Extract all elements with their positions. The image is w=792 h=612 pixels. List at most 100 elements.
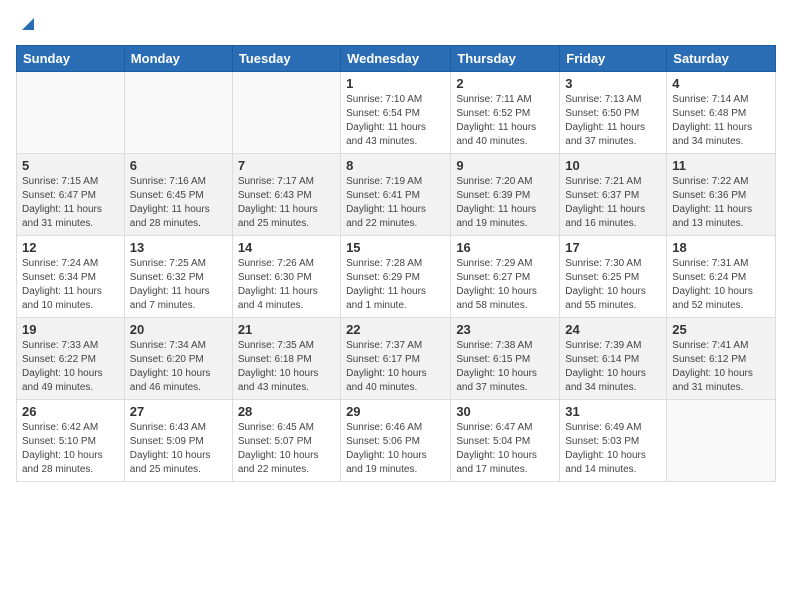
day-info: Sunrise: 7:13 AM Sunset: 6:50 PM Dayligh… [565,93,661,149]
calendar-cell: 2Sunrise: 7:11 AM Sunset: 6:52 PM Daylig… [451,72,560,154]
day-number: 23 [456,322,554,337]
calendar-cell: 15 Sunrise: 7:28 AM Sunset: 6:29 PM Dayli… [341,236,451,318]
day-number: 16 [456,240,554,255]
weekday-header-thursday: Thursday [451,46,560,72]
calendar: SundayMondayTuesdayWednesdayThursdayFrid… [16,45,776,482]
calendar-cell: 7 Sunrise: 7:17 AM Sunset: 6:43 PM Daylig… [232,154,340,236]
day-info: Sunrise: 7:28 AM Sunset: 6:29 PM Dayligh… [346,257,445,313]
day-number: 13 [130,240,227,255]
calendar-cell: 16Sunrise: 7:29 AM Sunset: 6:27 PM Dayli… [451,236,560,318]
day-info: Sunrise: 7:15 AM Sunset: 6:47 PM Dayligh… [22,175,119,231]
day-info: Sunrise: 7:35 AM Sunset: 6:18 PM Dayligh… [238,339,335,395]
calendar-cell: 20 Sunrise: 7:34 AM Sunset: 6:20 PM Dayli… [124,318,232,400]
calendar-cell: 19 Sunrise: 7:33 AM Sunset: 6:22 PM Dayli… [17,318,125,400]
day-info: Sunrise: 7:21 AM Sunset: 6:37 PM Dayligh… [565,175,661,231]
calendar-cell: 3Sunrise: 7:13 AM Sunset: 6:50 PM Daylig… [560,72,667,154]
day-number: 21 [238,322,335,337]
day-info: Sunrise: 7:22 AM Sunset: 6:36 PM Dayligh… [672,175,770,231]
calendar-cell: 25Sunrise: 7:41 AM Sunset: 6:12 PM Dayli… [667,318,776,400]
day-number: 6 [130,158,227,173]
day-info: Sunrise: 7:25 AM Sunset: 6:32 PM Dayligh… [130,257,227,313]
day-info: Sunrise: 6:42 AM Sunset: 5:10 PM Dayligh… [22,421,119,477]
calendar-week-1: 1 Sunrise: 7:10 AM Sunset: 6:54 PM Daylig… [17,72,776,154]
day-info: Sunrise: 7:39 AM Sunset: 6:14 PM Dayligh… [565,339,661,395]
day-info: Sunrise: 7:11 AM Sunset: 6:52 PM Dayligh… [456,93,554,149]
weekday-header-tuesday: Tuesday [232,46,340,72]
day-number: 24 [565,322,661,337]
weekday-header-friday: Friday [560,46,667,72]
calendar-cell: 26 Sunrise: 6:42 AM Sunset: 5:10 PM Dayli… [17,400,125,482]
day-number: 7 [238,158,335,173]
day-number: 12 [22,240,119,255]
day-number: 26 [22,404,119,419]
day-info: Sunrise: 7:17 AM Sunset: 6:43 PM Dayligh… [238,175,335,231]
day-number: 18 [672,240,770,255]
day-number: 8 [346,158,445,173]
day-info: Sunrise: 7:26 AM Sunset: 6:30 PM Dayligh… [238,257,335,313]
day-number: 15 [346,240,445,255]
day-number: 22 [346,322,445,337]
day-info: Sunrise: 7:37 AM Sunset: 6:17 PM Dayligh… [346,339,445,395]
day-info: Sunrise: 6:45 AM Sunset: 5:07 PM Dayligh… [238,421,335,477]
calendar-cell [124,72,232,154]
weekday-header-wednesday: Wednesday [341,46,451,72]
day-number: 5 [22,158,119,173]
calendar-cell: 14 Sunrise: 7:26 AM Sunset: 6:30 PM Dayli… [232,236,340,318]
day-info: Sunrise: 7:19 AM Sunset: 6:41 PM Dayligh… [346,175,445,231]
calendar-cell: 4 Sunrise: 7:14 AM Sunset: 6:48 PM Daylig… [667,72,776,154]
day-info: Sunrise: 7:33 AM Sunset: 6:22 PM Dayligh… [22,339,119,395]
day-number: 19 [22,322,119,337]
calendar-cell: 12Sunrise: 7:24 AM Sunset: 6:34 PM Dayli… [17,236,125,318]
day-info: Sunrise: 7:30 AM Sunset: 6:25 PM Dayligh… [565,257,661,313]
calendar-cell: 28 Sunrise: 6:45 AM Sunset: 5:07 PM Dayli… [232,400,340,482]
day-number: 28 [238,404,335,419]
day-number: 30 [456,404,554,419]
calendar-cell: 31 Sunrise: 6:49 AM Sunset: 5:03 PM Dayli… [560,400,667,482]
day-info: Sunrise: 7:34 AM Sunset: 6:20 PM Dayligh… [130,339,227,395]
day-info: Sunrise: 7:16 AM Sunset: 6:45 PM Dayligh… [130,175,227,231]
calendar-cell: 5 Sunrise: 7:15 AM Sunset: 6:47 PM Daylig… [17,154,125,236]
calendar-cell: 9 Sunrise: 7:20 AM Sunset: 6:39 PM Daylig… [451,154,560,236]
calendar-cell: 6 Sunrise: 7:16 AM Sunset: 6:45 PM Daylig… [124,154,232,236]
weekday-header-monday: Monday [124,46,232,72]
calendar-cell: 29 Sunrise: 6:46 AM Sunset: 5:06 PM Dayli… [341,400,451,482]
calendar-week-5: 26 Sunrise: 6:42 AM Sunset: 5:10 PM Dayli… [17,400,776,482]
day-info: Sunrise: 7:41 AM Sunset: 6:12 PM Dayligh… [672,339,770,395]
day-info: Sunrise: 6:49 AM Sunset: 5:03 PM Dayligh… [565,421,661,477]
calendar-cell: 18Sunrise: 7:31 AM Sunset: 6:24 PM Dayli… [667,236,776,318]
calendar-cell [17,72,125,154]
day-info: Sunrise: 7:20 AM Sunset: 6:39 PM Dayligh… [456,175,554,231]
day-number: 4 [672,76,770,91]
day-number: 31 [565,404,661,419]
calendar-cell: 27 Sunrise: 6:43 AM Sunset: 5:09 PM Dayli… [124,400,232,482]
logo [16,16,34,37]
day-number: 27 [130,404,227,419]
calendar-cell: 1 Sunrise: 7:10 AM Sunset: 6:54 PM Daylig… [341,72,451,154]
calendar-cell: 13 Sunrise: 7:25 AM Sunset: 6:32 PM Dayli… [124,236,232,318]
day-number: 1 [346,76,445,91]
logo-icon [18,16,34,32]
calendar-cell: 21 Sunrise: 7:35 AM Sunset: 6:18 PM Dayli… [232,318,340,400]
day-info: Sunrise: 7:38 AM Sunset: 6:15 PM Dayligh… [456,339,554,395]
day-info: Sunrise: 6:43 AM Sunset: 5:09 PM Dayligh… [130,421,227,477]
calendar-cell: 8 Sunrise: 7:19 AM Sunset: 6:41 PM Daylig… [341,154,451,236]
day-info: Sunrise: 7:14 AM Sunset: 6:48 PM Dayligh… [672,93,770,149]
calendar-cell [667,400,776,482]
day-number: 9 [456,158,554,173]
day-number: 29 [346,404,445,419]
header [16,16,776,37]
calendar-cell: 11Sunrise: 7:22 AM Sunset: 6:36 PM Dayli… [667,154,776,236]
day-number: 14 [238,240,335,255]
day-number: 20 [130,322,227,337]
calendar-cell: 10Sunrise: 7:21 AM Sunset: 6:37 PM Dayli… [560,154,667,236]
day-info: Sunrise: 7:10 AM Sunset: 6:54 PM Dayligh… [346,93,445,149]
day-number: 17 [565,240,661,255]
calendar-week-3: 12Sunrise: 7:24 AM Sunset: 6:34 PM Dayli… [17,236,776,318]
weekday-header-row: SundayMondayTuesdayWednesdayThursdayFrid… [17,46,776,72]
weekday-header-saturday: Saturday [667,46,776,72]
calendar-cell: 24 Sunrise: 7:39 AM Sunset: 6:14 PM Dayli… [560,318,667,400]
day-info: Sunrise: 6:46 AM Sunset: 5:06 PM Dayligh… [346,421,445,477]
calendar-cell: 17 Sunrise: 7:30 AM Sunset: 6:25 PM Dayli… [560,236,667,318]
calendar-cell: 23 Sunrise: 7:38 AM Sunset: 6:15 PM Dayli… [451,318,560,400]
calendar-cell [232,72,340,154]
